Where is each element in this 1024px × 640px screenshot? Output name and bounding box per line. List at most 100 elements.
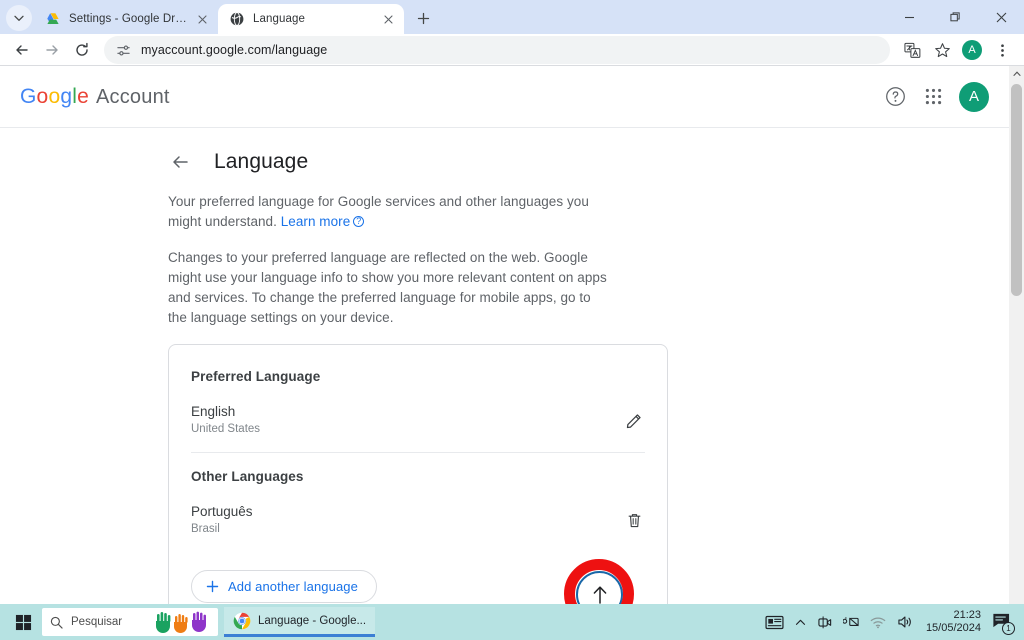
clock-time: 21:23	[953, 609, 981, 621]
windows-start-icon	[15, 614, 31, 630]
widgets-news-icon[interactable]	[765, 615, 784, 630]
search-icon	[50, 616, 63, 629]
scrollbar-thumb[interactable]	[1011, 84, 1022, 296]
browser-tab-settings[interactable]: Settings - Google Drive	[34, 4, 218, 34]
add-another-language-label: Add another language	[228, 579, 358, 594]
edit-preferred-language-button[interactable]	[623, 409, 645, 431]
other-language-actions	[579, 509, 645, 531]
logo-letter: g	[60, 84, 73, 108]
back-arrow-icon	[173, 156, 188, 168]
delete-language-button[interactable]	[623, 509, 645, 531]
restore-icon	[949, 11, 960, 21]
preferred-language-actions	[623, 409, 645, 431]
arrow-up-icon	[593, 585, 606, 604]
tab-close-button[interactable]	[380, 11, 396, 27]
back-arrow-icon	[16, 45, 28, 55]
translate-icon	[903, 42, 920, 58]
page-scrollbar[interactable]	[1009, 66, 1024, 604]
taskbar-clock[interactable]: 21:23 15/05/2024	[926, 609, 981, 635]
account-avatar[interactable]: A	[959, 81, 989, 112]
preferred-language-info: English United States	[191, 402, 260, 438]
apps-grid-icon[interactable]	[921, 85, 945, 109]
close-icon	[383, 14, 393, 24]
scroll-up-button[interactable]	[1009, 66, 1024, 81]
tab-title: Settings - Google Drive	[69, 13, 188, 25]
language-name: English	[191, 404, 236, 419]
browser-window: Settings - Google Drive Language myaccou…	[0, 0, 1024, 604]
browser-menu-button[interactable]	[988, 36, 1016, 64]
minimize-icon	[904, 16, 914, 18]
translate-button[interactable]	[898, 36, 926, 64]
page-back-button[interactable]	[168, 150, 192, 174]
logo-letter: e	[77, 84, 89, 108]
account-header-actions: A	[883, 81, 989, 112]
forward-button[interactable]	[38, 36, 66, 64]
notification-badge: 1	[1002, 622, 1015, 635]
logo-letter: G	[20, 84, 37, 108]
reload-icon	[76, 42, 88, 56]
tab-title: Language	[253, 13, 305, 25]
google-drive-icon	[47, 13, 59, 25]
other-language-info: Português Brasil	[191, 502, 253, 538]
camera-icon[interactable]	[817, 615, 832, 629]
trash-icon	[628, 513, 640, 527]
close-button[interactable]	[978, 0, 1024, 34]
reload-button[interactable]	[68, 36, 96, 64]
chevron-up-icon[interactable]	[795, 617, 806, 628]
start-button[interactable]	[6, 607, 40, 637]
logo-letter: o	[36, 84, 49, 108]
browser-tab-language[interactable]: Language	[218, 4, 404, 34]
taskbar-app-chrome[interactable]: Language - Google...	[224, 607, 376, 637]
help-circle-icon[interactable]	[883, 85, 907, 109]
description-paragraph-1: Your preferred language for Google servi…	[168, 192, 612, 232]
pencil-edit-icon	[626, 413, 641, 428]
add-another-language-button[interactable]: Add another language	[191, 570, 377, 603]
clock-date: 15/05/2024	[925, 622, 981, 634]
toolbar-right-actions: A	[898, 36, 1016, 64]
language-region: Brasil	[191, 523, 220, 535]
keyboard-off-icon[interactable]	[842, 616, 859, 628]
profile-button[interactable]: A	[958, 36, 986, 64]
notification-center-button[interactable]: 1	[992, 612, 1015, 635]
forward-arrow-icon	[46, 45, 58, 55]
page-titlebar: Language	[0, 128, 1009, 192]
google-account-page: Google Account A Language Your preferred…	[0, 66, 1009, 604]
description-text-1: Your preferred language for Google servi…	[168, 194, 589, 229]
new-tab-button[interactable]	[410, 5, 436, 31]
logo-letter: o	[48, 84, 61, 108]
google-account-logo[interactable]: Google Account	[20, 85, 170, 109]
account-header: Google Account A	[0, 66, 1009, 128]
help-circle-icon[interactable]	[353, 215, 365, 228]
move-up-button[interactable]	[579, 509, 601, 531]
preferred-language-heading: Preferred Language	[191, 369, 321, 384]
browser-toolbar: myaccount.google.com/language A	[0, 34, 1024, 66]
window-controls	[886, 0, 1024, 34]
back-button[interactable]	[8, 36, 36, 64]
address-bar[interactable]: myaccount.google.com/language	[104, 36, 890, 64]
star-icon	[934, 42, 950, 57]
volume-icon[interactable]	[897, 615, 913, 629]
language-card: Preferred Language English United States	[168, 344, 668, 604]
tab-close-button[interactable]	[194, 11, 210, 27]
chevron-up-icon	[1012, 70, 1021, 76]
globe-icon	[230, 12, 244, 26]
colored-hands-icon	[154, 610, 210, 634]
wifi-icon[interactable]	[870, 616, 886, 629]
chrome-icon	[233, 612, 251, 629]
close-icon	[996, 12, 1006, 22]
maximize-button[interactable]	[932, 0, 978, 34]
page-title: Language	[214, 150, 309, 173]
learn-more-link[interactable]: Learn more	[281, 214, 351, 229]
chevron-down-icon	[14, 15, 24, 21]
plus-icon	[206, 580, 219, 593]
taskbar-search-box[interactable]: Pesquisar	[42, 608, 218, 636]
page-viewport: Google Account A Language Your preferred…	[0, 66, 1024, 604]
tune-sliders-icon[interactable]	[114, 41, 132, 59]
close-icon	[197, 14, 207, 24]
page-content: Your preferred language for Google servi…	[0, 192, 1009, 604]
system-tray: 21:23 15/05/2024 1	[765, 609, 1018, 635]
tab-search-button[interactable]	[6, 5, 32, 31]
bookmark-button[interactable]	[928, 36, 956, 64]
windows-taskbar: Pesquisar Language - Google... 21:23 15/…	[0, 604, 1024, 640]
minimize-button[interactable]	[886, 0, 932, 34]
